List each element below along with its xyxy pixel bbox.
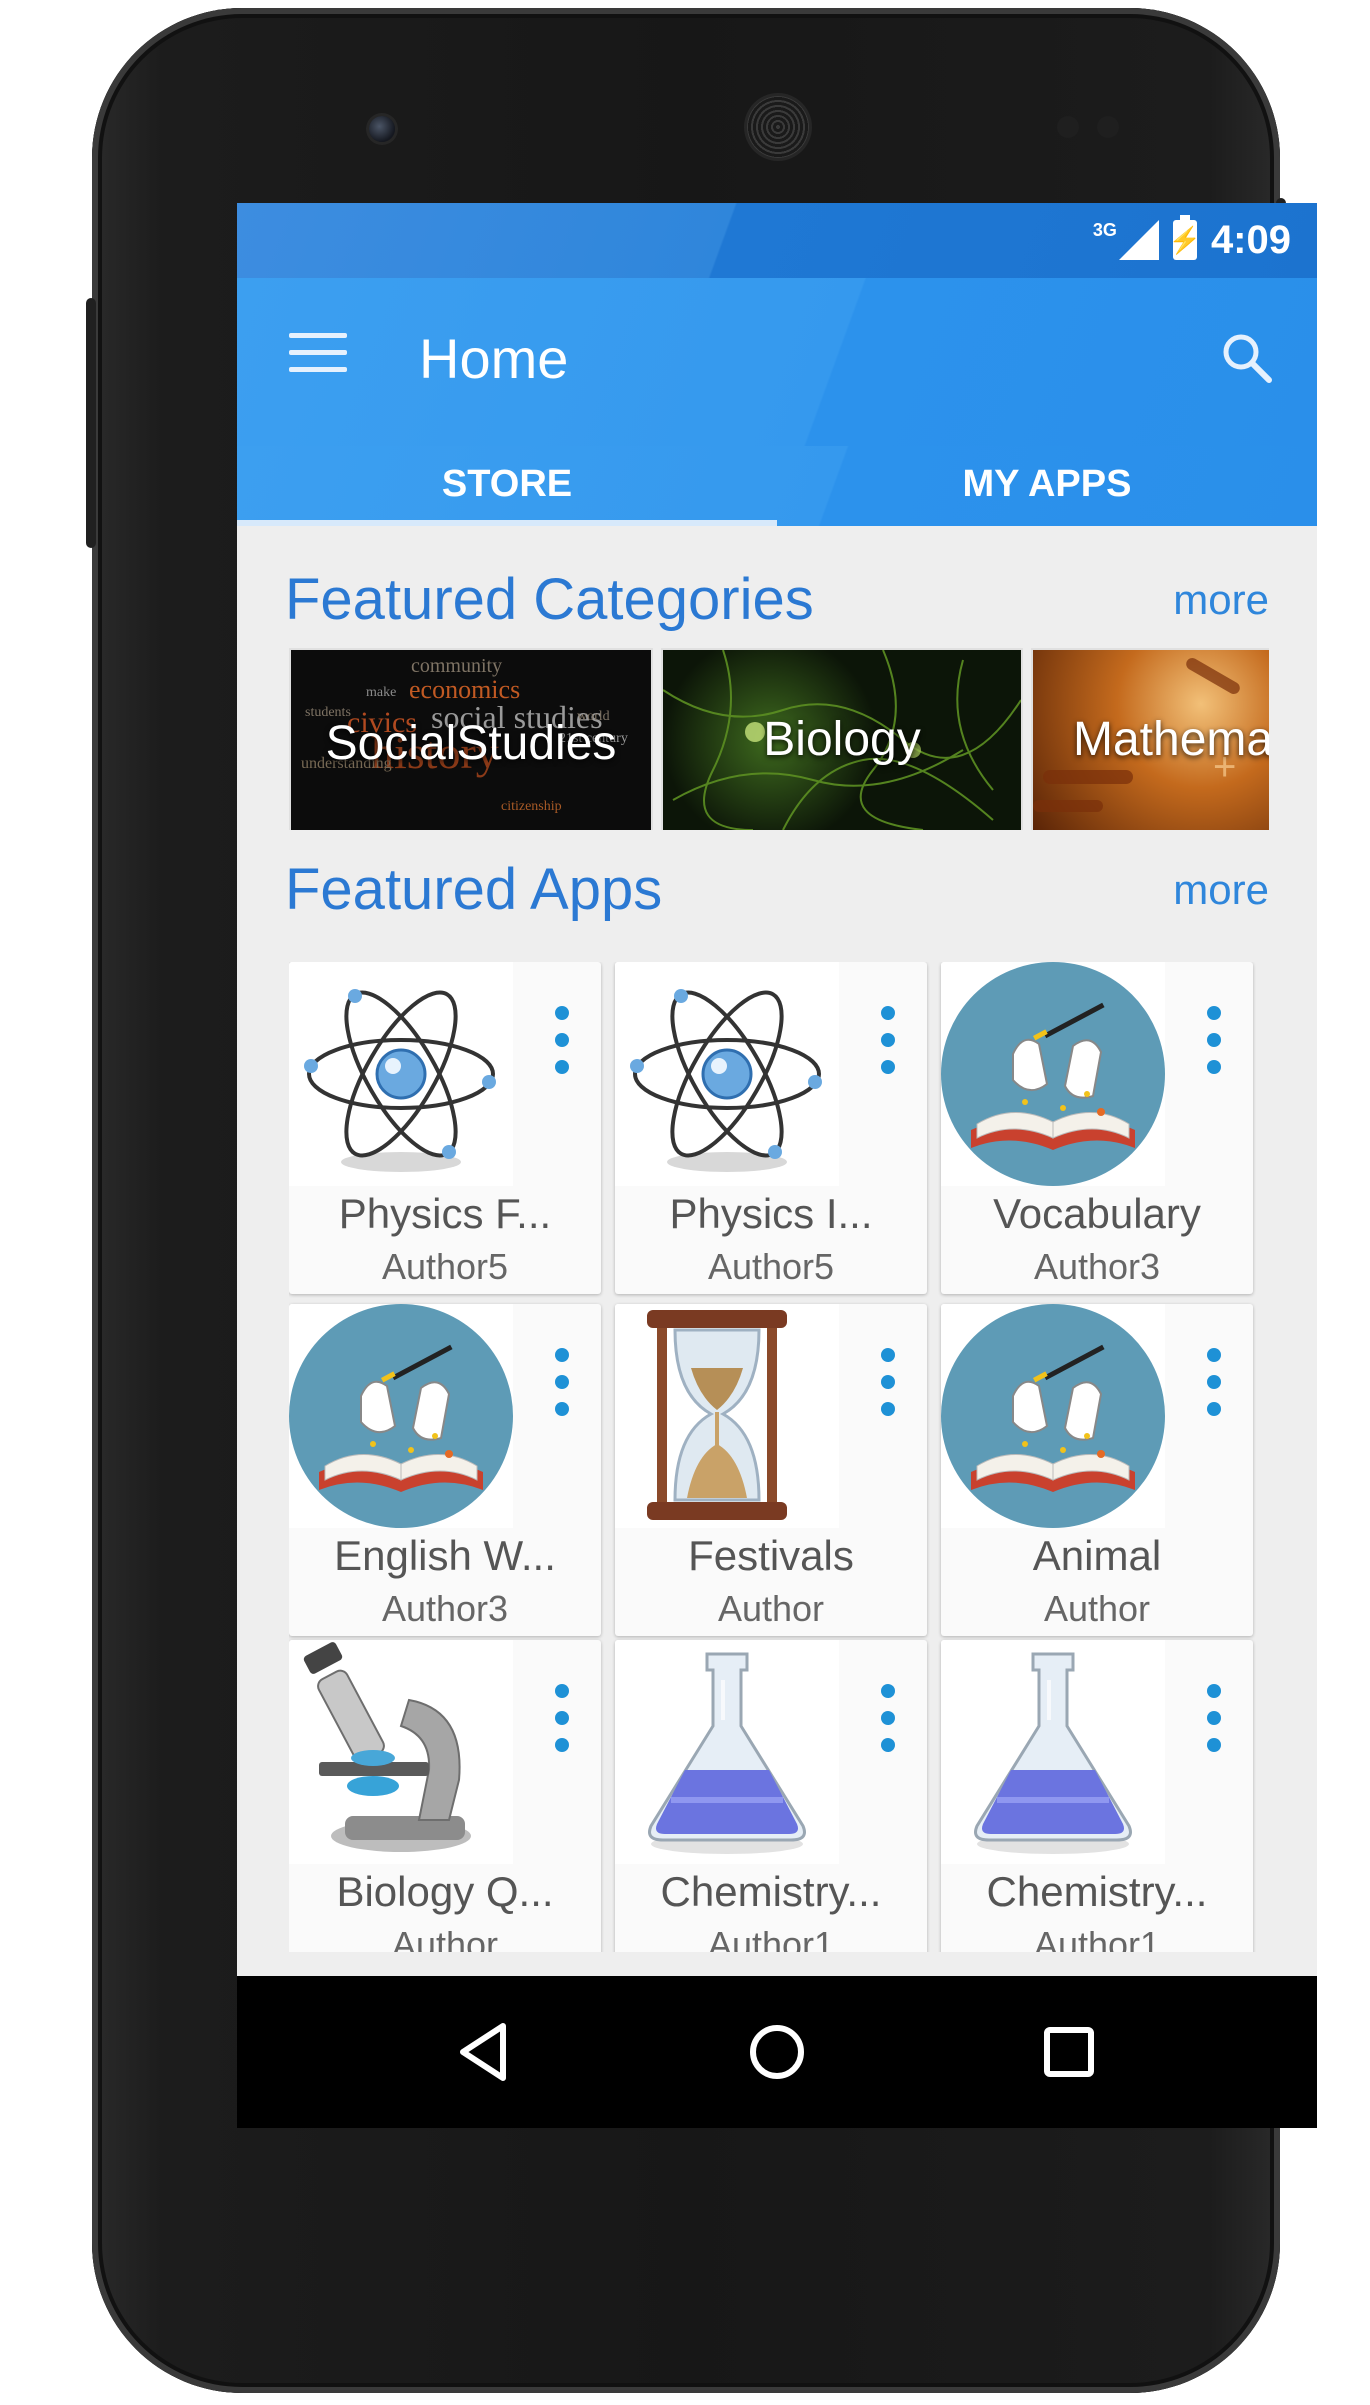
app-card[interactable]: Physics I... Author5 — [615, 962, 927, 1294]
proximity-sensor — [1057, 116, 1079, 138]
category-biology[interactable]: Biology — [661, 648, 1023, 830]
hamburger-menu-icon[interactable] — [289, 333, 347, 373]
app-card[interactable]: Vocabulary Author3 — [941, 962, 1253, 1294]
tab-store[interactable]: STORE — [237, 446, 777, 526]
tab-bar: STORE MY APPS — [237, 446, 1317, 526]
app-title: Chemistry... — [660, 1868, 882, 1915]
app-author: Author — [1043, 1588, 1151, 1629]
featured-apps-heading: Featured Apps — [285, 857, 663, 922]
apps-more-link[interactable]: more — [1173, 866, 1269, 914]
app-card[interactable]: English W... Author3 — [289, 1304, 601, 1636]
category-label: SocialStudies — [325, 717, 617, 770]
featured-categories-heading: Featured Categories — [285, 567, 814, 632]
main-content[interactable]: Featured Categories more community econo… — [237, 526, 1317, 2128]
overflow-menu-icon[interactable] — [881, 1348, 895, 1418]
app-card[interactable]: Animal Author — [941, 1304, 1253, 1636]
tab-my-apps[interactable]: MY APPS — [777, 446, 1317, 526]
app-author: Author — [391, 1924, 499, 1952]
earpiece-speaker-icon — [747, 96, 809, 158]
flask-icon — [941, 1640, 1165, 1864]
svg-text:make: make — [366, 685, 396, 700]
app-card[interactable]: Chemistry... Author1 — [615, 1640, 927, 1952]
volume-rocker — [86, 298, 96, 548]
app-title: Vocabulary — [993, 1190, 1201, 1237]
app-card[interactable]: Biology Q... Author — [289, 1640, 601, 1952]
category-label: Biology — [763, 713, 921, 766]
app-card[interactable]: Festivals Author — [615, 1304, 927, 1636]
categories-more-link[interactable]: more — [1173, 576, 1269, 624]
app-card[interactable]: Chemistry... Author1 — [941, 1640, 1253, 1952]
svg-text:citizenship: citizenship — [501, 799, 562, 814]
overflow-menu-icon[interactable] — [1207, 1006, 1221, 1076]
app-author: Author1 — [1033, 1924, 1161, 1952]
svg-text:community: community — [411, 655, 502, 677]
app-title: Chemistry... — [986, 1868, 1208, 1915]
atom-icon — [615, 962, 839, 1186]
category-mathematics[interactable]: + Mathema — [1031, 648, 1269, 830]
overflow-menu-icon[interactable] — [555, 1006, 569, 1076]
home-circle-icon[interactable] — [741, 2016, 813, 2088]
app-bar: Home — [237, 278, 1317, 446]
signal-icon — [1118, 220, 1159, 260]
categories-carousel[interactable]: community economics social studies civic… — [289, 648, 1269, 830]
hourglass-icon — [615, 1304, 839, 1528]
app-title: Festivals — [688, 1532, 854, 1579]
battery-charging-icon: ⚡ — [1169, 215, 1201, 260]
overflow-menu-icon[interactable] — [555, 1348, 569, 1418]
overflow-menu-icon[interactable] — [881, 1684, 895, 1754]
status-clock: 4:09 — [1210, 217, 1291, 262]
front-camera-icon — [369, 116, 395, 142]
search-icon[interactable] — [1217, 328, 1277, 388]
app-author: Author3 — [1033, 1246, 1161, 1287]
microscope-icon — [289, 1640, 513, 1864]
atom-icon — [289, 962, 513, 1186]
app-author: Author5 — [707, 1246, 835, 1287]
back-triangle-icon[interactable] — [449, 2016, 521, 2088]
phone-frame: 3G ⚡ 4:09 Home STORE MY APPS Featured Ca… — [86, 8, 1317, 2393]
system-nav-bar — [237, 1976, 1317, 2128]
app-title: Physics I... — [669, 1190, 873, 1237]
app-title: Physics F... — [338, 1190, 552, 1237]
app-author: Author — [717, 1588, 825, 1629]
overflow-menu-icon[interactable] — [1207, 1348, 1221, 1418]
app-card[interactable]: Physics F... Author5 — [289, 962, 601, 1294]
network-type-label: 3G — [1092, 219, 1117, 240]
page-title: Home — [419, 327, 569, 390]
app-title: Animal — [1032, 1532, 1162, 1579]
magic-book-icon — [289, 1304, 513, 1528]
overflow-menu-icon[interactable] — [555, 1684, 569, 1754]
magic-book-icon — [941, 962, 1165, 1186]
featured-apps-grid: Physics F... Author5 Physics I... Author… — [289, 962, 1269, 1952]
magic-book-icon — [941, 1304, 1165, 1528]
app-author: Author3 — [381, 1588, 509, 1629]
overflow-menu-icon[interactable] — [881, 1006, 895, 1076]
category-label: Mathema — [1073, 713, 1269, 766]
app-title: Biology Q... — [336, 1868, 554, 1915]
category-social-studies[interactable]: community economics social studies civic… — [289, 648, 653, 830]
app-author: Author5 — [381, 1246, 509, 1287]
app-title: English W... — [334, 1532, 556, 1579]
flask-icon — [615, 1640, 839, 1864]
overflow-menu-icon[interactable] — [1207, 1684, 1221, 1754]
recents-square-icon[interactable] — [1033, 2016, 1105, 2088]
light-sensor — [1097, 116, 1119, 138]
app-author: Author1 — [707, 1924, 835, 1952]
phone-screen: 3G ⚡ 4:09 Home STORE MY APPS Featured Ca… — [237, 203, 1317, 2128]
status-bar: 3G ⚡ 4:09 — [237, 203, 1317, 278]
